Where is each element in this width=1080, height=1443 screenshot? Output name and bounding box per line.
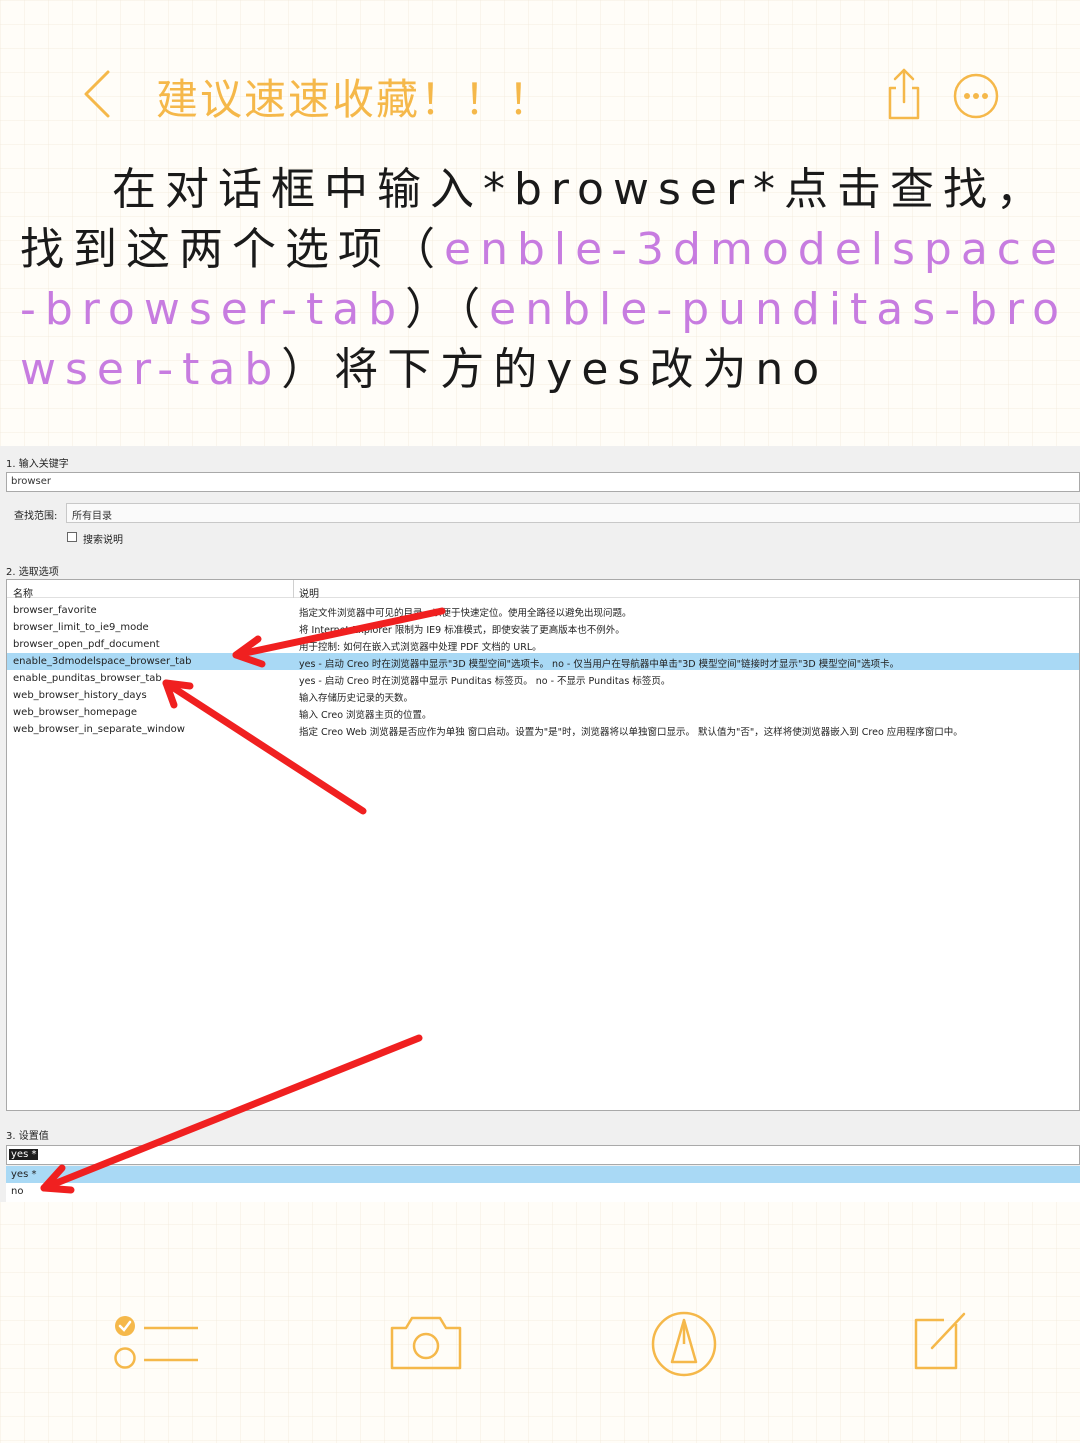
- option-desc: yes - 启动 Creo 时在浏览器中显示"3D 模型空间"选项卡。 no -…: [299, 659, 900, 670]
- option-name: web_browser_in_separate_window: [13, 724, 185, 735]
- checklist-icon[interactable]: [110, 1312, 202, 1372]
- table-row[interactable]: web_browser_homepage 输入 Creo 浏览器主页的位置。: [7, 704, 1079, 721]
- option-name: browser_favorite: [13, 605, 97, 616]
- option-name: browser_limit_to_ie9_mode: [13, 622, 149, 633]
- header-name[interactable]: 名称: [13, 585, 33, 600]
- option-name: enable_punditas_browser_tab: [13, 673, 162, 684]
- creo-options-screenshot: 1. 输入关键字 browser 查找范围: 所有目录 搜索说明 2. 选取选项…: [0, 446, 1080, 1202]
- option-desc: 输入 Creo 浏览器主页的位置。: [299, 710, 432, 721]
- table-row[interactable]: browser_limit_to_ie9_mode 将 Internet Exp…: [7, 619, 1079, 636]
- note-text-3: ）将下方的yes改为no: [281, 344, 829, 395]
- option-desc: yes - 启动 Creo 时在浏览器中显示 Punditas 标签页。 no …: [299, 676, 671, 687]
- nav-title: 建议速速收藏！！！: [156, 75, 553, 124]
- column-divider[interactable]: [293, 580, 294, 598]
- option-desc: 用于控制: 如何在嵌入式浏览器中处理 PDF 文档的 URL。: [299, 642, 542, 653]
- search-desc-label: 搜索说明: [83, 535, 123, 546]
- table-row-selected[interactable]: enable_3dmodelspace_browser_tab yes - 启动…: [7, 653, 1079, 670]
- table-row[interactable]: web_browser_in_separate_window 指定 Creo W…: [7, 721, 1079, 738]
- table-row[interactable]: web_browser_history_days 输入存储历史记录的天数。: [7, 687, 1079, 704]
- option-desc: 指定文件浏览器中可见的目录，以便于快速定位。使用全路径以避免出现问题。: [299, 608, 632, 619]
- chevron-left-icon[interactable]: [78, 66, 118, 122]
- table-header: 名称 说明: [7, 580, 1079, 600]
- compose-icon[interactable]: [910, 1310, 970, 1374]
- table-row[interactable]: enable_punditas_browser_tab yes - 启动 Cre…: [7, 670, 1079, 687]
- options-table: 名称 说明 browser_favorite 指定文件浏览器中可见的目录，以便于…: [6, 579, 1080, 1111]
- scope-select[interactable]: 所有目录: [66, 503, 1080, 523]
- section3-label: 3. 设置值: [6, 1131, 49, 1142]
- header-desc[interactable]: 说明: [299, 585, 319, 600]
- value-option-yes[interactable]: yes *: [6, 1166, 1080, 1183]
- section2-label: 2. 选取选项: [6, 567, 59, 578]
- option-desc: 指定 Creo Web 浏览器是否应作为单独 窗口启动。设置为"是"时，浏览器将…: [299, 727, 963, 738]
- table-row[interactable]: browser_open_pdf_document 用于控制: 如何在嵌入式浏览…: [7, 636, 1079, 653]
- option-name: enable_3dmodelspace_browser_tab: [13, 656, 192, 667]
- section1-label: 1. 输入关键字: [6, 459, 69, 470]
- option-desc: 输入存储历史记录的天数。: [299, 693, 414, 704]
- option-name: web_browser_homepage: [13, 707, 138, 718]
- option-name: browser_open_pdf_document: [13, 639, 160, 650]
- table-row[interactable]: browser_favorite 指定文件浏览器中可见的目录，以便于快速定位。使…: [7, 602, 1079, 619]
- scope-label: 查找范围:: [14, 511, 58, 522]
- camera-icon[interactable]: [388, 1312, 464, 1372]
- note-body[interactable]: 在对话框中输入*browser*点击查找，找到这两个选项（enble-3dmod…: [20, 160, 1070, 400]
- share-icon[interactable]: [884, 66, 924, 122]
- option-name: web_browser_history_days: [13, 690, 147, 701]
- search-desc-checkbox[interactable]: [67, 532, 77, 542]
- value-input-text: yes *: [9, 1149, 39, 1160]
- markup-pen-icon[interactable]: [650, 1310, 718, 1378]
- value-option-no[interactable]: no: [6, 1183, 1080, 1200]
- keyword-input[interactable]: browser: [6, 472, 1080, 492]
- value-input[interactable]: yes *: [6, 1145, 1080, 1165]
- note-text-2: ）（: [405, 284, 490, 335]
- option-desc: 将 Internet Explorer 限制为 IE9 标准模式，即使安装了更高…: [299, 625, 625, 636]
- value-list: yes * no: [6, 1166, 1080, 1202]
- more-options-icon[interactable]: [952, 72, 1000, 120]
